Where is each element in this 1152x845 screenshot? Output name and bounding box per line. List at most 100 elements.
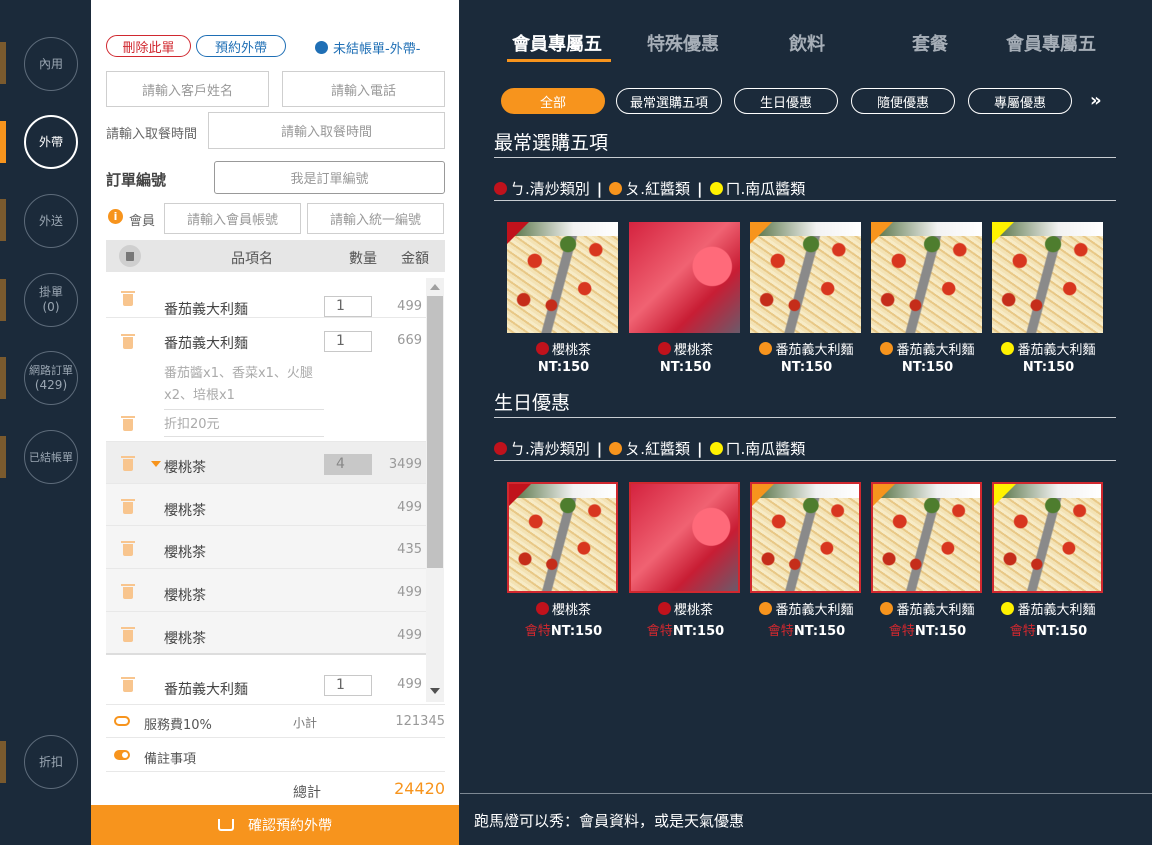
confirm-label: 確認預約外帶 (248, 818, 332, 834)
legend-label: ㄇ.南瓜醬類 (725, 180, 806, 198)
rail-takeout[interactable]: 外帶 (24, 115, 78, 169)
rail-count: (429) (34, 378, 68, 392)
scroll-up-icon[interactable] (430, 284, 440, 290)
menu-item-price-text: NT:150 (793, 624, 846, 639)
category-dot-icon (759, 342, 773, 355)
scrollbar-thumb[interactable] (427, 296, 443, 568)
delete-order-button[interactable]: 刪除此單 (106, 35, 191, 57)
tab-drinks[interactable]: 飲料 (789, 30, 825, 56)
item-qty-input[interactable]: 1 (324, 331, 372, 352)
trash-icon[interactable] (121, 334, 135, 349)
trash-icon[interactable] (121, 499, 135, 514)
menu-item-name: 番茄義大利麵 (992, 599, 1105, 618)
left-rail: 內用 外帶 外送 掛單 (0) 網路訂單 (429) 已結帳單 折扣 (0, 0, 91, 845)
order-item-row-expanded[interactable]: 櫻桃茶 4 3499 (106, 442, 430, 484)
rail-hold-orders[interactable]: 掛單 (0) (24, 273, 78, 327)
order-item-row[interactable]: 番茄義大利麵 1 669 番茄醬x1、香菜x1、火腿x2、培根x1 折扣20元 (106, 318, 430, 442)
pickup-time-input[interactable]: 請輸入取餐時間 (208, 112, 445, 149)
trash-icon[interactable] (121, 627, 135, 642)
tab-member-exclusive[interactable]: 會員專屬五 (512, 30, 602, 56)
menu-item-price-text: NT:150 (901, 360, 954, 375)
note-label[interactable]: 備註事項 (144, 748, 196, 767)
item-amount: 499 (397, 585, 422, 600)
menu-area: 會員專屬五 特殊優惠 飲料 套餐 會員專屬五 全部 最常選購五項 生日優惠 隨便… (460, 0, 1152, 793)
caret-down-icon[interactable] (151, 461, 161, 467)
member-special-tag: 會特 (767, 624, 794, 639)
member-account-input[interactable]: 請輸入會員帳號 (164, 203, 301, 234)
reserve-takeout-button[interactable]: 預約外帶 (196, 35, 286, 57)
rail-closed-orders[interactable]: 已結帳單 (24, 430, 78, 484)
active-tab-underline (507, 59, 611, 62)
rail-marker-active (0, 121, 6, 163)
chip-exclusive[interactable]: 專屬優惠 (968, 88, 1072, 114)
tab-label: 會員專屬五 (512, 34, 602, 55)
tax-id-input[interactable]: 請輸入統一編號 (307, 203, 444, 234)
chip-casual[interactable]: 隨便優惠 (851, 88, 955, 114)
rail-online-orders[interactable]: 網路訂單 (429) (24, 351, 78, 405)
rail-label: 網路訂單 (29, 364, 73, 377)
rail-label: 掛單 (38, 285, 63, 299)
order-subitem-row[interactable]: 櫻桃茶 499 (106, 484, 430, 526)
item-options: 番茄醬x1、香菜x1、火腿x2、培根x1 (164, 363, 324, 410)
menu-item-name-text: 番茄義大利麵 (775, 343, 854, 358)
phone-input[interactable]: 請輸入電話 (282, 71, 445, 107)
order-subitem-row[interactable]: 櫻桃茶 499 (106, 569, 430, 612)
tab-special-offers[interactable]: 特殊優惠 (647, 30, 719, 56)
clear-all-trash-icon[interactable] (119, 245, 141, 267)
menu-item-name: 番茄義大利麵 (750, 339, 863, 358)
menu-item-name: 番茄義大利麵 (750, 599, 863, 618)
tab-label: 會員專屬五 (1006, 34, 1096, 55)
col-qty-header: 數量 (349, 251, 377, 267)
rail-label: 外送 (38, 213, 63, 228)
double-chevron-right-icon[interactable]: » (1090, 90, 1102, 111)
rail-discount[interactable]: 折扣 (24, 735, 78, 789)
confirm-takeout-button[interactable]: 確認預約外帶 (91, 805, 459, 845)
item-amount: 435 (397, 542, 422, 557)
trash-icon[interactable] (121, 677, 135, 692)
basket-icon (218, 819, 234, 831)
scroll-down-icon[interactable] (430, 688, 440, 694)
trash-icon[interactable] (121, 291, 135, 306)
service-fee-toggle[interactable] (114, 716, 130, 726)
order-subitem-row[interactable]: 櫻桃茶 435 (106, 526, 430, 569)
note-toggle[interactable] (114, 750, 130, 760)
rail-delivery[interactable]: 外送 (24, 194, 78, 248)
category-corner-tag (509, 484, 531, 506)
tab-label: 套餐 (912, 34, 948, 55)
order-item-row[interactable]: 番茄義大利麵 1 499 (106, 279, 430, 318)
item-qty-input[interactable]: 1 (324, 296, 372, 317)
item-discount: 折扣20元 (164, 414, 324, 437)
menu-item-name: 番茄義大利麵 (992, 339, 1105, 358)
item-qty-input[interactable]: 1 (324, 675, 372, 696)
order-no-field[interactable]: 我是訂單編號 (214, 161, 445, 194)
menu-item-price: NT:150 (992, 360, 1105, 375)
items-scrollbar[interactable] (426, 278, 444, 702)
trash-icon[interactable] (121, 584, 135, 599)
rail-dine-in[interactable]: 內用 (24, 37, 78, 91)
rail-label: 折扣 (38, 754, 63, 769)
order-subitem-row[interactable]: 櫻桃茶 499 (106, 612, 430, 655)
category-corner-tag (752, 484, 774, 506)
item-name: 櫻桃茶 (164, 588, 206, 604)
menu-item-name-text: 櫻桃茶 (673, 603, 713, 618)
subtotal-label: 小計 (293, 716, 318, 730)
chip-top-five[interactable]: 最常選購五項 (616, 88, 722, 114)
item-qty-input[interactable]: 4 (324, 454, 372, 475)
chip-birthday[interactable]: 生日優惠 (734, 88, 838, 114)
trash-icon[interactable] (121, 456, 135, 471)
trash-icon[interactable] (121, 541, 135, 556)
pickup-time-label: 請輸入取餐時間 (106, 127, 198, 142)
category-corner-tag (507, 222, 529, 244)
tab-member-exclusive-2[interactable]: 會員專屬五 (1006, 30, 1096, 56)
order-item-row[interactable]: 番茄義大利麵 1 499 (106, 657, 430, 704)
chip-all[interactable]: 全部 (501, 88, 605, 114)
menu-item-price-text: NT:150 (914, 624, 967, 639)
tab-label: 飲料 (789, 34, 825, 55)
customer-name-input[interactable]: 請輸入客戶姓名 (106, 71, 269, 107)
trash-icon[interactable] (121, 416, 135, 431)
tab-combos[interactable]: 套餐 (912, 30, 948, 56)
menu-item-price: 會特NT:150 (871, 620, 984, 639)
col-amount-header: 金額 (401, 251, 429, 267)
order-panel: 刪除此單 預約外帶 未結帳單-外帶- 請輸入客戶姓名 請輸入電話 請輸入取餐時間… (91, 0, 459, 845)
legend-dot-icon (609, 442, 623, 455)
